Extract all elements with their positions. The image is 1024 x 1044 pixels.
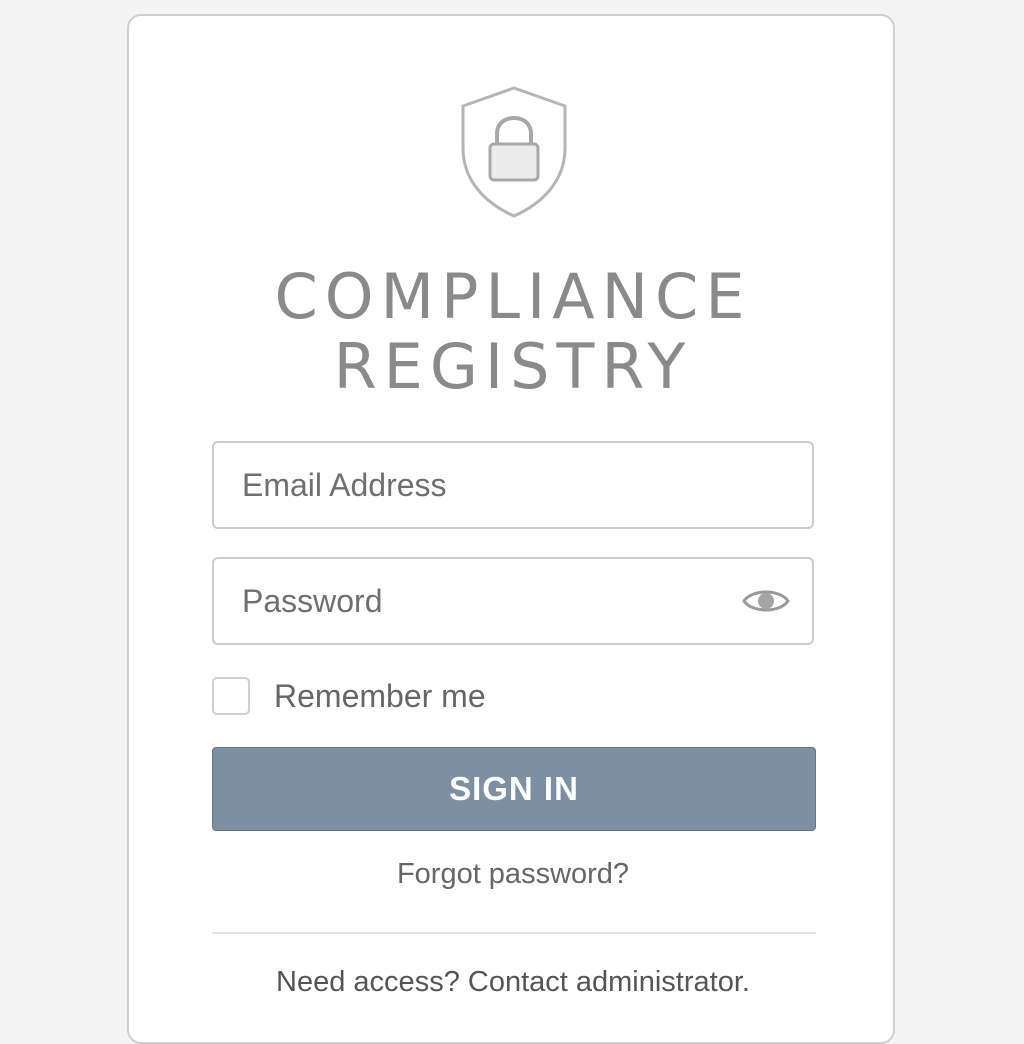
email-input[interactable] bbox=[242, 443, 722, 527]
password-field[interactable] bbox=[212, 557, 814, 645]
sign-in-button[interactable]: SIGN IN bbox=[212, 747, 816, 831]
remember-me-row[interactable]: Remember me bbox=[212, 674, 486, 718]
password-input[interactable] bbox=[242, 559, 722, 643]
remember-me-label: Remember me bbox=[274, 677, 486, 714]
eye-icon[interactable] bbox=[742, 583, 790, 619]
divider bbox=[212, 932, 816, 934]
remember-me-checkbox[interactable] bbox=[212, 677, 250, 715]
email-field[interactable] bbox=[212, 441, 814, 529]
login-card: COMPLIANCE REGISTRY Remember me SIGN IN … bbox=[127, 14, 895, 1044]
need-access-text: Need access? Contact administrator. bbox=[276, 966, 750, 998]
app-title-line1: COMPLIANCE bbox=[274, 260, 752, 333]
app-title-line2: REGISTRY bbox=[333, 330, 693, 403]
shield-lock-icon bbox=[461, 86, 567, 218]
forgot-password-link[interactable]: Forgot password? bbox=[129, 858, 897, 891]
